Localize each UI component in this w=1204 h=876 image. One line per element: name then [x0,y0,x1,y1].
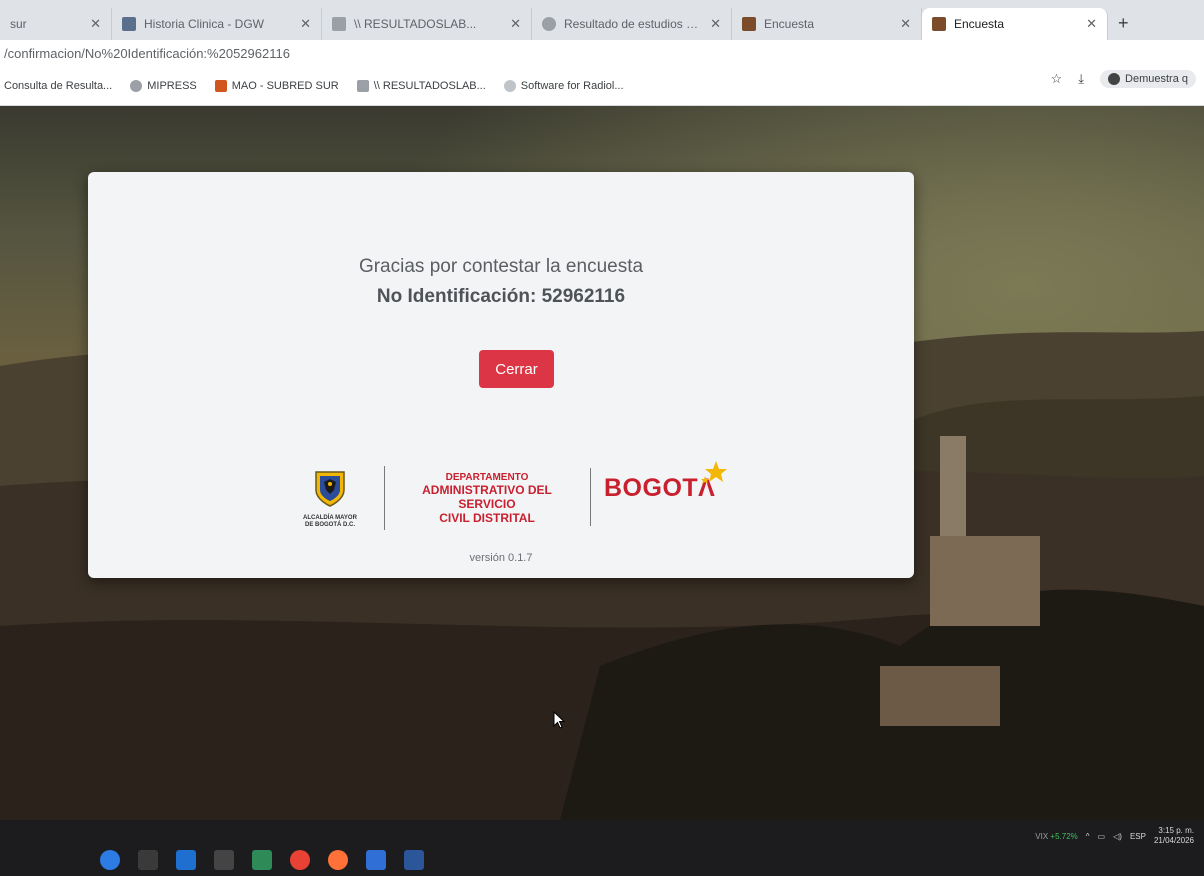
identification-number: No Identificación: 52962116 [376,286,626,307]
url-text[interactable]: /confirmacion/No%20Identificación:%20529… [0,46,290,61]
close-icon[interactable]: ✕ [510,16,521,32]
tab-encuesta[interactable]: Encuesta ✕ [732,8,922,40]
tab-title: Encuesta [764,17,815,31]
institutional-logos: ALCALDÍA MAYOR DE BOGOTÁ D.C. DEPARTAMENT… [88,452,914,564]
confirmation-card: Gracias por contestar la encuesta No Ide… [88,172,914,578]
bookmark-item[interactable]: Consulta de Resulta... [4,80,112,92]
ticker-change: +5.72% [1050,831,1078,841]
bookmark-label: Consulta de Resulta... [4,79,113,92]
dasc-logo: DEPARTAMENTO ADMINISTRATIVO DEL SERVICIO… [422,472,552,525]
close-icon[interactable]: ✕ [1086,16,1097,32]
bookmark-item[interactable]: \\ RESULTADOSLAB... [356,79,486,92]
app-icon[interactable] [252,850,272,870]
ticker-name: VIX [1035,831,1049,841]
tab-title: Encuesta [954,17,1005,31]
bookmark-label: \\ RESULTADOSLAB... [373,79,486,92]
thank-you-message: Gracias por contestar la encuesta [358,256,644,277]
clock-date: 21/04/2026 [1153,836,1194,845]
tab-title: sur [10,17,27,31]
start-icon[interactable] [100,850,120,870]
bookmark-label: Software for Radiol... [520,79,624,92]
close-icon[interactable]: ✕ [90,16,101,32]
network-drive-icon [332,17,346,31]
tab-resultado-estudios[interactable]: Resultado de estudios clínicos ✕ [532,8,732,40]
logo-divider [384,466,385,530]
avatar [1108,73,1121,85]
clock-time: 3:15 p. m. [1158,826,1194,835]
windows-taskbar: VIX +5.72% ^ ▭ ◁) ESP 3:15 p. m. 21/04/2… [0,820,1204,876]
encuesta-favicon-icon [932,17,946,31]
stock-ticker-widget[interactable]: VIX +5.72% [1035,832,1078,841]
star-icon [701,461,727,484]
document-icon [122,17,136,31]
star-icon[interactable]: ☆ [1051,71,1063,87]
close-button[interactable]: Cerrar [479,350,554,388]
network-icon[interactable]: ▭ [1098,832,1106,841]
taskbar-apps [100,850,424,870]
word-icon[interactable] [404,850,424,870]
profile-button[interactable]: Demuestra q [1100,70,1196,88]
explorer-icon[interactable] [214,850,234,870]
language-indicator[interactable]: ESP [1130,832,1146,841]
app-icon[interactable] [366,850,386,870]
bogota-coat-of-arms-icon [315,471,345,507]
alcaldia-logo-caption: ALCALDÍA MAYOR DE BOGOTÁ D.C. [303,515,357,528]
globe-icon [503,79,516,92]
profile-label: Demuestra q [1125,73,1188,85]
tab-historia-clinica[interactable]: Historia Clinica - DGW ✕ [112,8,322,40]
tab-encuesta-active[interactable]: Encuesta ✕ [922,8,1108,40]
bogota-brand-logo: BOGOTΛ [604,474,716,502]
edge-icon[interactable] [176,850,196,870]
network-drive-icon [356,79,369,92]
system-tray: VIX +5.72% ^ ▭ ◁) ESP 3:15 p. m. 21/04/2… [1035,826,1194,846]
tab-resultadoslab[interactable]: \\ RESULTADOSLAB... ✕ [322,8,532,40]
search-icon[interactable] [138,850,158,870]
alcaldia-logo: ALCALDÍA MAYOR DE BOGOTÁ D.C. [300,470,360,529]
close-icon[interactable]: ✕ [900,16,911,32]
bookmark-label: MAO - SUBRED SUR [231,79,339,92]
bookmark-item[interactable]: MIPRESS [130,79,197,92]
bookmarks-bar: Consulta de Resulta... MIPRESS MAO - SUB… [0,66,1204,106]
mouse-cursor-icon [553,711,565,729]
address-bar[interactable]: /confirmacion/No%20Identificación:%20529… [0,40,1204,66]
firefox-icon[interactable] [328,850,348,870]
encuesta-favicon-icon [742,17,756,31]
tab-title: \\ RESULTADOSLAB... [354,17,477,31]
clock[interactable]: 3:15 p. m. 21/04/2026 [1154,826,1194,846]
bookmark-item[interactable]: MAO - SUBRED SUR [214,79,339,92]
close-icon[interactable]: ✕ [710,16,721,32]
tab-title: Historia Clinica - DGW [144,17,265,31]
bookmark-item[interactable]: Software for Radiol... [503,79,624,92]
chrome-icon[interactable] [290,850,310,870]
globe-icon [542,17,556,31]
new-tab-button[interactable]: + [1108,13,1139,40]
bookmark-label: MIPRESS [147,79,197,92]
tab-sur[interactable]: sur ✕ [0,8,112,40]
tab-strip: sur ✕ Historia Clinica - DGW ✕ \\ RESULT… [0,0,1204,40]
mao-icon [214,79,227,92]
download-icon[interactable]: ⤓ [1078,71,1084,87]
speaker-icon[interactable]: ◁) [1113,832,1122,841]
toolbar-actions: ☆ ⤓ Demuestra q [1051,70,1196,88]
version-label: versión 0.1.7 [469,552,533,564]
chevron-up-icon[interactable]: ^ [1086,832,1090,841]
tab-title: Resultado de estudios clínicos [564,17,702,31]
logo-divider [590,468,591,526]
close-icon[interactable]: ✕ [300,16,311,32]
globe-icon [130,79,143,92]
